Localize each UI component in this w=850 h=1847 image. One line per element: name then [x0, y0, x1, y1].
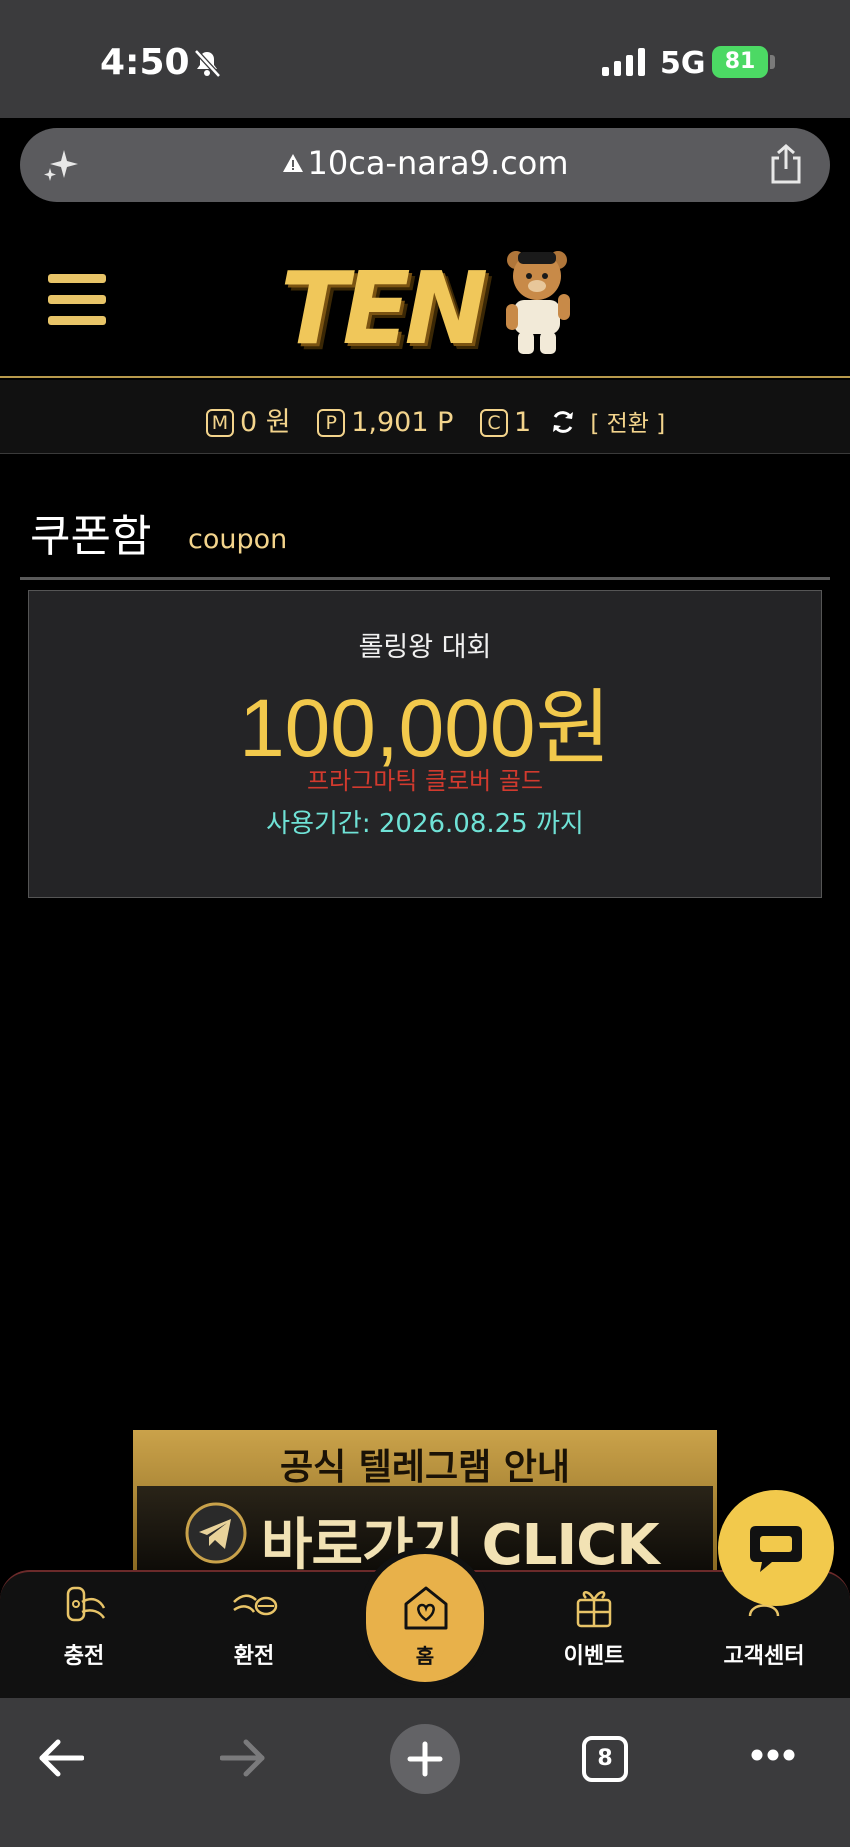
ten-logo[interactable]: TEN — [276, 244, 576, 367]
money-badge: M — [206, 409, 234, 437]
home-heart-icon — [404, 1586, 448, 1630]
browser-toolbar: 8 — [0, 1698, 850, 1847]
coupon-card[interactable]: 롤링왕 대회 100,000원 프라그마틱 클로버 골드 사용기간: 2026.… — [28, 590, 822, 898]
nav-charge[interactable]: 충전 — [24, 1582, 144, 1670]
share-icon[interactable] — [768, 144, 804, 184]
site-header: TEN — [0, 224, 850, 378]
url-label: 10ca-nara9.com — [307, 144, 569, 182]
nav-event[interactable]: 이벤트 — [534, 1582, 654, 1670]
nav-exchange-label: 환전 — [233, 1644, 275, 1669]
new-tab-button[interactable] — [390, 1724, 460, 1794]
nav-exchange[interactable]: 환전 — [194, 1582, 314, 1670]
coupon-expiry: 사용기간: 2026.08.25 까지 — [266, 809, 584, 839]
money-value: 0 원 — [240, 407, 291, 438]
points-bar: M0 원 P 1,901 P C1 [ 전환 ] — [0, 380, 850, 454]
coupon-balance: C1 — [479, 407, 532, 438]
address-bar[interactable]: 10ca-nara9.com — [20, 128, 830, 202]
network-type: 5G — [660, 46, 706, 81]
url-text[interactable]: 10ca-nara9.com — [20, 144, 830, 182]
nav-home-label: 홈 — [415, 1644, 435, 1668]
money-balance: M0 원 — [206, 400, 291, 439]
switch-button[interactable]: [ 전환 ] — [590, 411, 665, 437]
hamburger-menu-icon[interactable] — [48, 274, 106, 326]
bear-mascot-icon — [506, 251, 570, 354]
tabs-button[interactable]: 8 — [582, 1736, 628, 1782]
more-icon[interactable] — [750, 1748, 796, 1762]
title-divider — [20, 577, 830, 580]
coupon-count: 1 — [513, 407, 532, 438]
warning-icon — [282, 154, 303, 172]
page-subtitle: coupon — [188, 524, 288, 555]
coupon-game: 프라그마틱 클로버 골드 — [306, 767, 544, 795]
status-time: 4:50 — [100, 42, 190, 83]
coupon-badge: C — [479, 409, 508, 437]
point-balance: P 1,901 P — [317, 407, 453, 438]
bell-muted-icon — [194, 49, 221, 78]
telegram-icon — [185, 1502, 247, 1564]
charge-icon — [66, 1586, 106, 1622]
point-badge: P — [317, 409, 346, 437]
battery-cap — [770, 55, 775, 69]
nav-charge-label: 충전 — [63, 1644, 105, 1669]
plus-icon — [407, 1741, 443, 1777]
page-title: 쿠폰함 — [30, 511, 152, 562]
battery-indicator: 81 — [712, 46, 768, 78]
nav-event-label: 이벤트 — [563, 1644, 625, 1669]
coupon-name: 롤링왕 대회 — [358, 632, 492, 663]
back-arrow-icon[interactable] — [38, 1738, 84, 1778]
refresh-icon[interactable] — [550, 409, 576, 435]
point-value: 1,901 P — [351, 407, 454, 438]
banner-title: 공식 텔레그램 안내 — [279, 1447, 571, 1488]
logo-text: TEN — [280, 250, 488, 367]
chat-bubble-icon — [750, 1526, 802, 1572]
nav-support-label: 고객센터 — [723, 1644, 805, 1669]
exchange-icon — [233, 1594, 278, 1616]
forward-arrow-icon[interactable] — [220, 1738, 266, 1778]
gift-icon — [576, 1591, 612, 1628]
status-bar: 4:50 5G 81 — [0, 0, 850, 118]
cellular-signal-icon — [602, 48, 645, 76]
chat-button[interactable] — [718, 1490, 834, 1606]
nav-home-button[interactable]: 홈 — [360, 1548, 490, 1688]
